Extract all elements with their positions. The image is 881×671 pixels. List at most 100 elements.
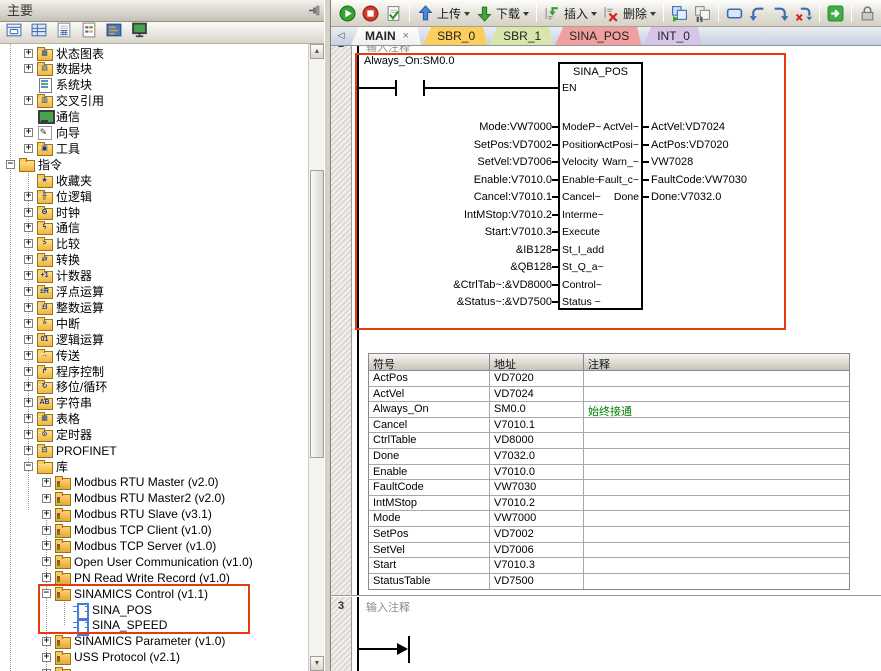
comment-cell[interactable]	[584, 449, 849, 464]
address-cell[interactable]: V7010.1	[490, 418, 584, 433]
comment-cell[interactable]	[584, 480, 849, 495]
tree-expand-toggle[interactable]: +	[42, 573, 51, 582]
tree-expand-toggle[interactable]: +	[24, 351, 33, 360]
comment-cell[interactable]	[584, 558, 849, 573]
tree-item--[interactable]: +AB字符串	[24, 395, 92, 411]
tree-item--[interactable]: +±I整数运算	[24, 299, 104, 315]
tree-item-modbus-rtu-master2-v2-0-[interactable]: +Modbus RTU Master2 (v2.0)	[42, 490, 225, 506]
comment-cell[interactable]	[584, 496, 849, 511]
branch-arrow-icon[interactable]	[397, 643, 408, 655]
table-row[interactable]: Always_OnSM0.0始终接通	[369, 402, 849, 418]
tab-main[interactable]: MAIN×	[351, 27, 421, 45]
tree-item--[interactable]: +>比较	[24, 236, 80, 252]
tree-item-sina_speed[interactable]: SINA_SPEED	[60, 617, 167, 633]
tree-item--[interactable]: +▤数据块	[24, 61, 92, 77]
address-cell[interactable]: VD7500	[490, 574, 584, 590]
tree-item--[interactable]: +01逻辑运算	[24, 331, 104, 347]
input-operand[interactable]: Mode:VW7000	[355, 121, 552, 134]
input-operand[interactable]: &CtrlTab~:&VD8000	[355, 279, 552, 292]
tree-expand-toggle[interactable]: +	[24, 303, 33, 312]
address-cell[interactable]: VD7002	[490, 527, 584, 542]
tree-item--[interactable]: +≡中断	[24, 315, 80, 331]
table-row[interactable]: CtrlTableVD8000	[369, 433, 849, 449]
tree-expand-toggle[interactable]: +	[42, 478, 51, 487]
lock-button[interactable]	[856, 3, 879, 24]
insert-dropdown-arrow[interactable]	[591, 12, 597, 19]
address-cell[interactable]: VW7030	[490, 480, 584, 495]
symbol-cell[interactable]: Mode	[369, 511, 490, 526]
tree-expand-toggle[interactable]: +	[24, 287, 33, 296]
output-operand[interactable]: ActPos:VD7020	[651, 139, 729, 152]
status-chart-button[interactable]	[54, 23, 74, 42]
tree-item--[interactable]: +▥交叉引用	[24, 93, 104, 109]
panel-splitter[interactable]	[324, 0, 331, 671]
download-dropdown-arrow[interactable]	[523, 12, 529, 19]
tree-expand-toggle[interactable]: +	[24, 319, 33, 328]
comment-cell[interactable]	[584, 433, 849, 448]
tree-expand-toggle[interactable]: +	[42, 541, 51, 550]
input-operand[interactable]: Cancel:V7010.1	[355, 191, 552, 204]
tree-item-open-user-communication-v1-0-[interactable]: +Open User Communication (v1.0)	[42, 554, 253, 570]
input-operand[interactable]: &Status~:&VD7500	[355, 296, 552, 309]
symbol-cell[interactable]: StatusTable	[369, 574, 490, 590]
scroll-up-button[interactable]: ▲	[310, 44, 324, 59]
tab-close-button[interactable]: ×	[403, 30, 409, 42]
comment-cell[interactable]	[584, 574, 849, 590]
comment-cell[interactable]	[584, 371, 849, 386]
tree-expand-toggle[interactable]: −	[24, 462, 33, 471]
box-button[interactable]	[723, 3, 746, 24]
program-block-button[interactable]	[4, 23, 24, 42]
tree-item-partial[interactable]: +	[42, 665, 74, 671]
symbol-table[interactable]: 符号地址注释ActPosVD7020ActVelVD7024Always_OnS…	[368, 353, 850, 590]
symbol-cell[interactable]: Enable	[369, 465, 490, 480]
table-row[interactable]: FaultCodeVW7030	[369, 480, 849, 496]
input-operand[interactable]: &QB128	[355, 261, 552, 274]
address-cell[interactable]: V7010.0	[490, 465, 584, 480]
tree-item--[interactable]: +±R浮点运算	[24, 284, 104, 300]
symbol-cell[interactable]: ActVel	[369, 387, 490, 402]
table-row[interactable]: IntMStopV7010.2	[369, 496, 849, 512]
symbol-cell[interactable]: Start	[369, 558, 490, 573]
contact-bar-left[interactable]	[395, 80, 397, 96]
tree-item-profinet[interactable]: +⊟PROFINET	[24, 443, 117, 459]
pou-pause-button[interactable]	[691, 3, 714, 24]
input-operand[interactable]: IntMStop:V7010.2	[355, 209, 552, 222]
stop-button[interactable]	[359, 3, 382, 24]
input-operand[interactable]: SetVel:VD7006	[355, 156, 552, 169]
address-cell[interactable]: V7010.3	[490, 558, 584, 573]
delete-button[interactable]: 删除	[600, 3, 659, 24]
tree-expand-toggle[interactable]: +	[24, 271, 33, 280]
tree-expand-toggle[interactable]: +	[24, 96, 33, 105]
output-operand[interactable]: ActVel:VD7024	[651, 121, 725, 134]
tree-expand-toggle[interactable]: +	[24, 367, 33, 376]
output-operand[interactable]: Done:V7032.0	[651, 191, 721, 204]
address-cell[interactable]: VD7006	[490, 543, 584, 558]
contact-operand[interactable]: Always_On:SM0.0	[364, 55, 454, 68]
tab-scroll-left-button[interactable]: ◁	[334, 29, 348, 43]
comment-cell[interactable]	[584, 387, 849, 402]
run-button[interactable]	[336, 3, 359, 24]
communications-button[interactable]	[129, 23, 149, 42]
address-cell[interactable]: V7032.0	[490, 449, 584, 464]
tree-expand-toggle[interactable]: +	[42, 510, 51, 519]
tree-expand-toggle[interactable]: +	[42, 526, 51, 535]
tree-expand-toggle[interactable]: +	[42, 494, 51, 503]
table-row[interactable]: CancelV7010.1	[369, 418, 849, 434]
tree-item-modbus-tcp-server-v1-0-[interactable]: +Modbus TCP Server (v1.0)	[42, 538, 216, 554]
comment-cell[interactable]	[584, 418, 849, 433]
address-cell[interactable]: VD7024	[490, 387, 584, 402]
tree-expand-toggle[interactable]: +	[24, 335, 33, 344]
address-cell[interactable]: SM0.0	[490, 402, 584, 417]
tree-expand-toggle[interactable]: +	[24, 223, 33, 232]
table-row[interactable]: ModeVW7000	[369, 511, 849, 527]
tree-expand-toggle[interactable]: +	[24, 414, 33, 423]
input-operand[interactable]: &IB128	[355, 244, 552, 257]
tree-scrollbar[interactable]: ▲ ▼	[308, 44, 324, 671]
ladder-editor[interactable]: 2 输入注释 Always_On:SM0.0 SINA_POS ENMode:V…	[331, 46, 881, 671]
tree-item--[interactable]: +✎向导	[24, 125, 80, 141]
upload-dropdown-arrow[interactable]	[464, 12, 470, 19]
insert-button[interactable]: 插入	[541, 3, 600, 24]
compile-button[interactable]	[382, 3, 405, 24]
upload-button[interactable]: 上传	[414, 3, 473, 24]
tree-item--[interactable]: 通信	[24, 109, 80, 125]
